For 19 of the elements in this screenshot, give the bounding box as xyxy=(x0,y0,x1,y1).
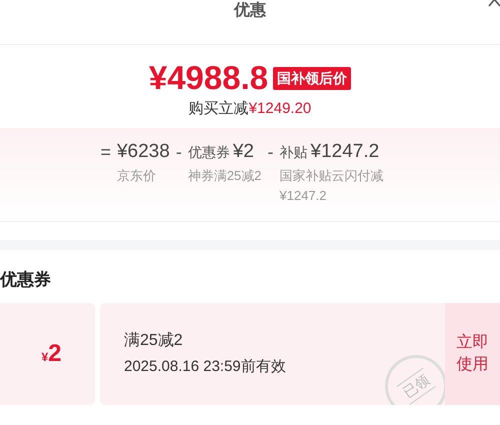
operator-sign: = xyxy=(100,141,111,164)
use-now-button[interactable]: 立即使用 xyxy=(445,303,500,405)
coupon-condition: 满25减2 xyxy=(124,330,184,351)
coupon-value: ¥2 xyxy=(41,339,62,369)
coupon-validity: 2025.08.16 23:59前有效 xyxy=(124,357,287,377)
operator-sign: - xyxy=(268,141,274,164)
breakdown-label: 补贴 xyxy=(280,143,308,162)
breakdown-note: 国家补贴云闪付减¥1247.2 xyxy=(280,167,385,205)
window-title: 优惠 xyxy=(232,1,267,21)
breakdown-note: 京东价 xyxy=(116,167,157,185)
operator-sign: - xyxy=(176,141,182,164)
breakdown-label: 优惠券 xyxy=(188,143,230,162)
breakdown-amount: ¥1247.2 xyxy=(310,140,380,164)
breakdown-amount: ¥6238 xyxy=(116,140,170,164)
final-price: ¥4988.8 xyxy=(148,59,268,97)
price-badge: 国补领后价 xyxy=(273,66,352,90)
breakdown-note: 神券满25减2 xyxy=(188,167,262,185)
saving-text: 购买立减¥1249.20 xyxy=(188,99,312,119)
breakdown-amount: ¥2 xyxy=(232,140,254,164)
